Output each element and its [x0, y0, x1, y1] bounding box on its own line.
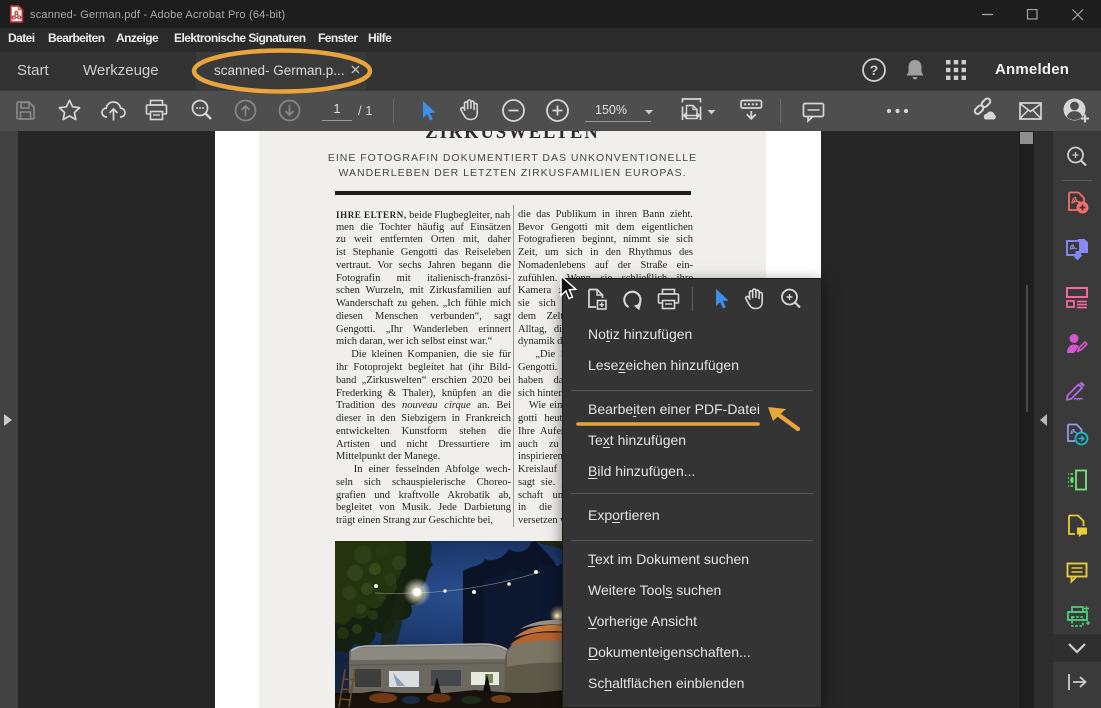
svg-text:?: ?: [870, 62, 879, 78]
